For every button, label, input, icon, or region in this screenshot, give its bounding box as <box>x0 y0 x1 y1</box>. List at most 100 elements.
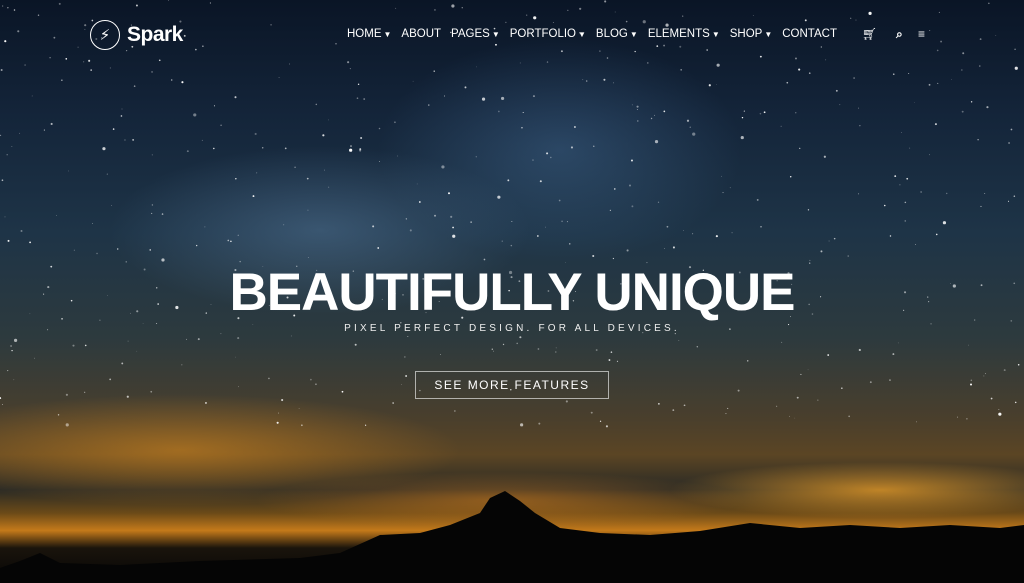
star <box>268 377 270 380</box>
star <box>532 159 534 161</box>
nav-pages[interactable]: PAGES ▼ <box>451 28 500 40</box>
star <box>884 204 886 207</box>
star <box>683 230 684 231</box>
star <box>788 415 790 417</box>
chevron-down-icon: ▼ <box>711 30 720 39</box>
star <box>196 244 198 247</box>
star <box>565 400 568 403</box>
star <box>416 183 418 185</box>
star <box>741 116 744 119</box>
star <box>666 225 669 228</box>
star <box>721 175 723 177</box>
star <box>235 356 236 358</box>
star <box>502 343 505 346</box>
nav-elements[interactable]: ELEMENTS ▼ <box>648 28 720 40</box>
star <box>452 234 456 238</box>
nav-contact[interactable]: CONTACT <box>782 28 837 40</box>
star <box>776 405 778 407</box>
star <box>283 224 285 226</box>
nav-portfolio[interactable]: PORTFOLIO ▼ <box>510 28 586 40</box>
logo-text: Spark <box>127 23 183 46</box>
star <box>920 191 922 193</box>
star <box>357 83 360 85</box>
star <box>998 412 1002 416</box>
star <box>109 378 112 381</box>
star <box>360 136 363 140</box>
star <box>205 402 207 404</box>
star <box>899 184 901 186</box>
star <box>786 81 789 84</box>
star <box>828 240 830 242</box>
star <box>230 240 232 243</box>
star <box>121 108 123 110</box>
hero-title: BEAUTIFULLY UNIQUE <box>229 263 795 322</box>
star <box>186 150 189 153</box>
star <box>616 360 619 362</box>
star <box>654 139 659 144</box>
star <box>841 387 843 389</box>
cart-icon[interactable]: 🛒︎ <box>862 27 877 41</box>
star <box>197 338 200 341</box>
star <box>448 192 450 195</box>
star <box>254 132 257 136</box>
star <box>434 214 437 217</box>
star <box>61 79 63 81</box>
star <box>683 404 686 407</box>
star <box>636 109 638 110</box>
star <box>914 102 915 103</box>
star <box>359 148 362 151</box>
see-more-features-button[interactable]: SEE MORE FEATURES <box>415 371 609 399</box>
main-menu: HOME ▼ ABOUT PAGES ▼ PORTFOLIO ▼ BLOG ▼ ELEM… <box>347 28 847 40</box>
star <box>593 145 595 147</box>
star <box>92 223 93 224</box>
star <box>692 132 696 136</box>
star <box>970 379 973 382</box>
star <box>238 386 239 388</box>
star <box>121 362 124 365</box>
star <box>595 349 598 351</box>
star <box>106 173 108 175</box>
star <box>1013 195 1016 197</box>
star <box>234 96 237 99</box>
nav-blog[interactable]: BLOG ▼ <box>596 28 638 40</box>
star <box>349 148 353 152</box>
star <box>256 172 258 174</box>
star <box>181 364 183 366</box>
star <box>916 421 917 423</box>
star <box>740 135 744 140</box>
star <box>315 383 317 386</box>
star <box>727 407 729 409</box>
star <box>394 121 396 124</box>
star <box>124 139 126 141</box>
star <box>817 399 819 401</box>
star <box>50 122 53 126</box>
star <box>612 257 614 260</box>
logo[interactable]: ⚡︎ Spark <box>90 20 183 50</box>
star <box>0 397 2 399</box>
menu-icon[interactable]: ≡ <box>918 27 925 41</box>
star <box>935 233 938 236</box>
star <box>341 390 344 393</box>
star <box>11 349 13 352</box>
star <box>1 179 4 182</box>
star <box>561 220 563 223</box>
star <box>111 205 112 206</box>
star <box>516 342 518 345</box>
nav-shop[interactable]: SHOP ▼ <box>730 28 773 40</box>
star <box>298 408 300 409</box>
search-icon[interactable]: ⌕ <box>896 27 903 42</box>
nav-home[interactable]: HOME ▼ <box>347 28 391 40</box>
star <box>511 221 513 222</box>
star <box>796 396 799 399</box>
star <box>657 201 660 203</box>
star <box>570 146 574 149</box>
star <box>400 383 402 385</box>
star <box>306 177 309 180</box>
star <box>450 215 453 218</box>
star <box>235 178 237 180</box>
nav-about[interactable]: ABOUT <box>401 28 441 40</box>
star <box>536 235 539 237</box>
star <box>990 397 993 400</box>
star <box>57 414 60 416</box>
star <box>897 342 899 344</box>
